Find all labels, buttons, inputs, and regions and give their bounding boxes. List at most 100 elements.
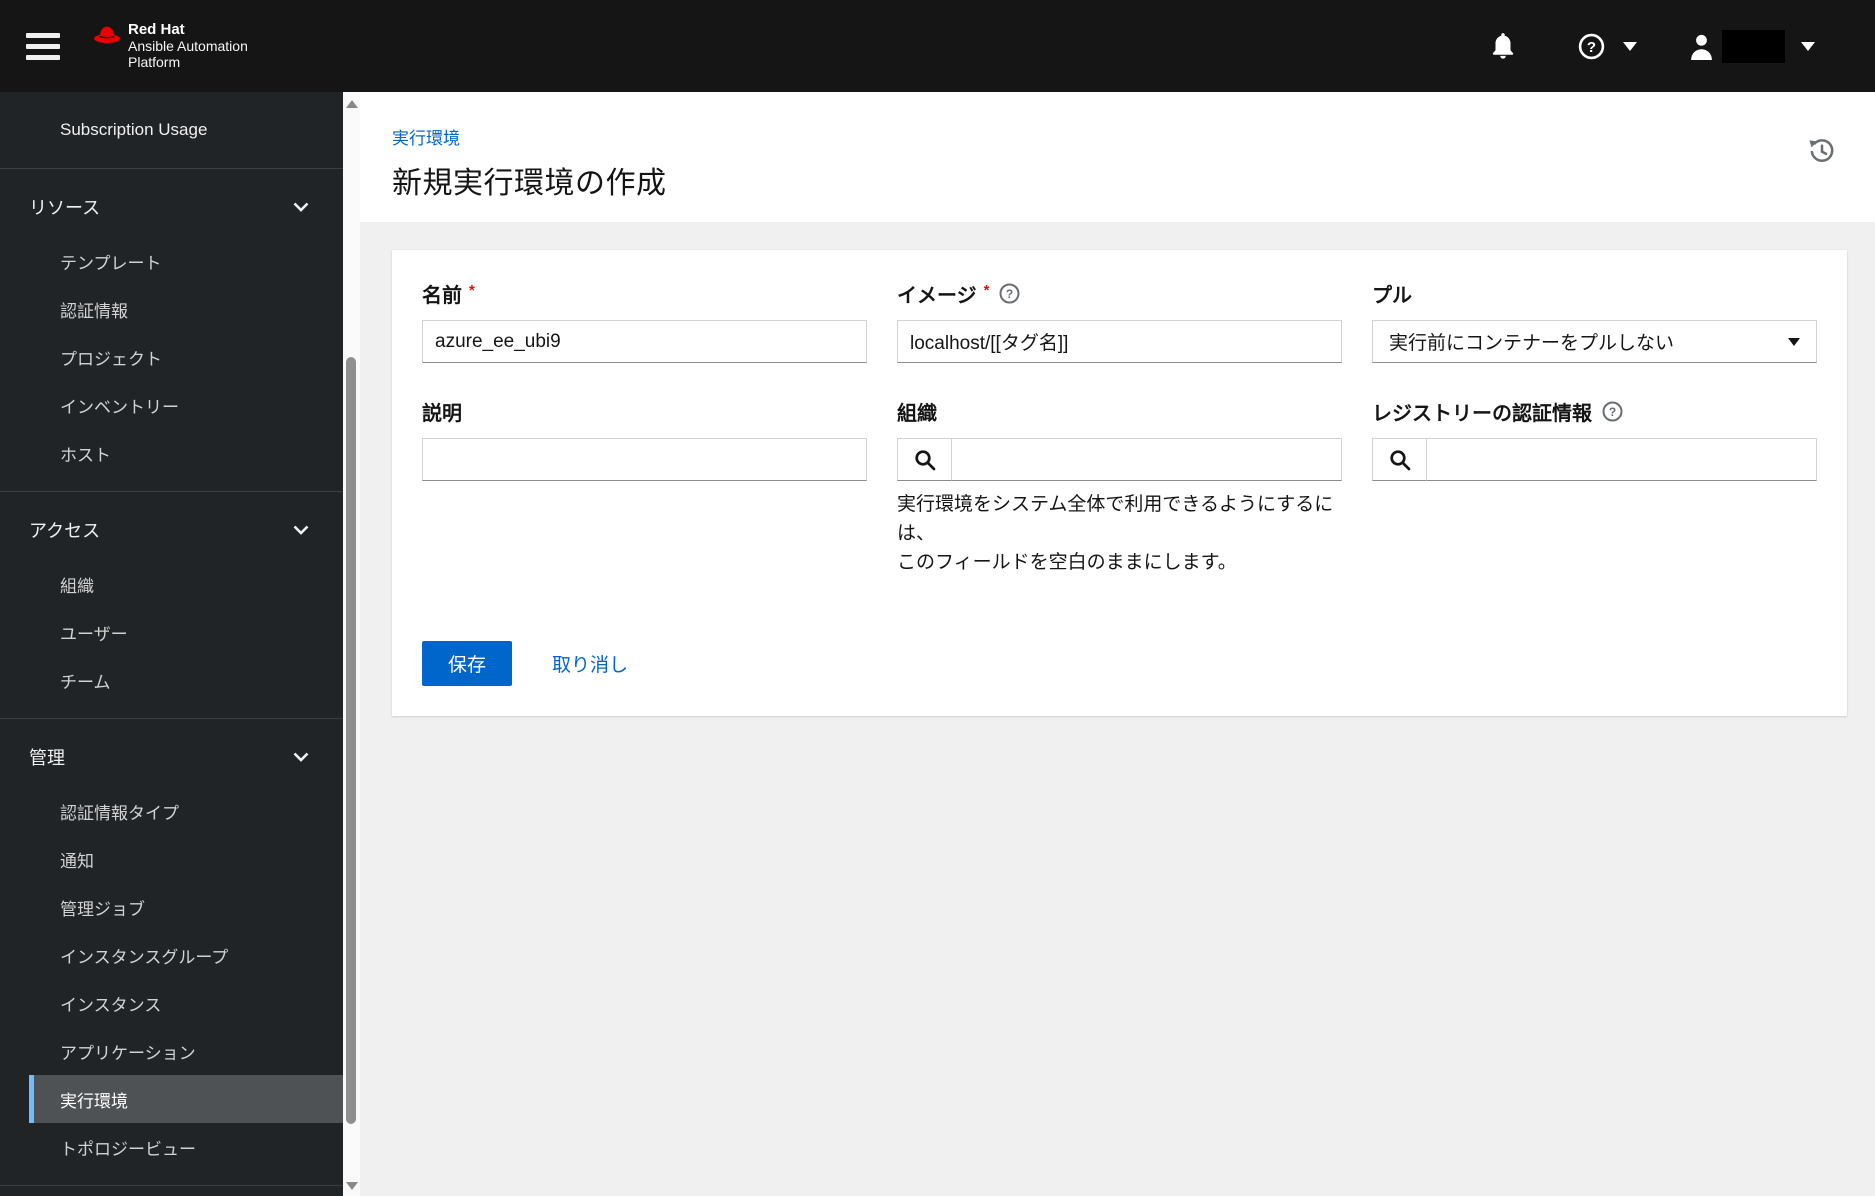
help-menu-caret[interactable] — [1623, 41, 1637, 51]
chevron-down-icon — [293, 202, 309, 212]
caret-down-icon — [1801, 41, 1815, 51]
sidebar-group-label: アクセス — [29, 521, 101, 541]
label-text: 説明 — [422, 402, 462, 425]
description-input[interactable] — [422, 438, 867, 481]
main-content: 実行環境 新規実行環境の作成 名前 * イメージ — [360, 92, 1875, 1196]
sidebar-item-instance-groups[interactable]: インスタンスグループ — [0, 931, 343, 979]
pull-selected-value: 実行前にコンテナーをプルしない — [1389, 333, 1675, 354]
redhat-fedora-icon — [94, 26, 120, 43]
required-asterisk: * — [983, 281, 990, 299]
sidebar-item-credentials[interactable]: 認証情報 — [0, 285, 343, 333]
question-circle-icon: ? — [999, 283, 1020, 303]
name-input[interactable] — [422, 320, 867, 363]
search-icon — [914, 449, 935, 470]
user-icon — [1691, 34, 1712, 60]
label-text: レジストリーの認証情報 — [1372, 402, 1592, 425]
hamburger-bar — [26, 32, 60, 38]
label-text: 組織 — [897, 402, 937, 425]
sidebar-item-execution-environments[interactable]: 実行環境 — [29, 1075, 343, 1123]
registry-credential-search-button[interactable] — [1372, 438, 1426, 481]
brand-product-line2: Platform — [128, 54, 181, 70]
helper-line: このフィールドを空白のままにします。 — [897, 552, 1237, 573]
sidebar-item-applications[interactable]: アプリケーション — [0, 1027, 343, 1075]
brand-logo[interactable]: Red Hat Ansible Automation Platform — [93, 22, 248, 70]
sidebar-group-access[interactable]: アクセス — [0, 500, 343, 560]
save-button[interactable]: 保存 — [422, 641, 513, 686]
sidebar-group-label: リソース — [29, 198, 101, 218]
page-header: 実行環境 新規実行環境の作成 — [360, 92, 1875, 222]
label-text: イメージ — [897, 284, 977, 307]
registry-credential-help-button[interactable]: ? — [1602, 401, 1623, 422]
sidebar-group-resources[interactable]: リソース — [0, 177, 343, 237]
description-label: 説明 — [422, 400, 867, 425]
user-menu-caret[interactable] — [1801, 41, 1815, 51]
breadcrumb-link-execution-environments[interactable]: 実行環境 — [392, 129, 460, 148]
image-label: イメージ * ? — [897, 281, 1342, 307]
name-label: 名前 * — [422, 282, 867, 307]
history-button[interactable] — [1807, 136, 1837, 169]
field-name: 名前 * — [422, 282, 867, 363]
caret-down-icon — [1788, 337, 1800, 346]
sidebar-item-credential-types[interactable]: 認証情報タイプ — [0, 787, 343, 835]
pull-select[interactable]: 実行前にコンテナーをプルしない — [1372, 320, 1817, 363]
field-image: イメージ * ? — [897, 282, 1342, 363]
image-help-button[interactable]: ? — [999, 283, 1020, 304]
breadcrumb: 実行環境 — [392, 124, 1875, 149]
organization-input[interactable] — [951, 438, 1342, 481]
sidebar-item-instances[interactable]: インスタンス — [0, 979, 343, 1027]
sidebar-item-subscription-usage[interactable]: Subscription Usage — [0, 106, 343, 154]
helper-line: 実行環境をシステム全体で利用できるようにするには、 — [897, 494, 1334, 544]
sidebar-item-topology-view[interactable]: トポロジービュー — [0, 1123, 343, 1171]
pull-label: プル — [1372, 282, 1817, 307]
sidebar-item-templates[interactable]: テンプレート — [0, 237, 343, 285]
field-organization: 組織 実行環境をシステム全体で利用できるようにするには、 このフィールドを空白の… — [897, 400, 1342, 577]
page-title: 新規実行環境の作成 — [392, 167, 667, 200]
brand-name: Red Hat — [128, 21, 185, 38]
field-pull: プル 実行前にコンテナーをプルしない — [1372, 282, 1817, 363]
execution-environment-form: 名前 * イメージ * ? — [422, 282, 1817, 577]
field-registry-credential: レジストリーの認証情報 ? — [1372, 400, 1817, 577]
sidebar-group-administration[interactable]: 管理 — [0, 727, 343, 787]
search-icon — [1389, 449, 1410, 470]
field-description: 説明 — [422, 400, 867, 577]
sidebar-nav: Subscription Usage リソース テンプレート 認証情報 プロジェ… — [0, 92, 343, 1196]
question-circle-icon: ? — [1602, 401, 1623, 421]
sidebar-item-inventories[interactable]: インベントリー — [0, 381, 343, 429]
question-circle-icon: ? — [1578, 33, 1605, 59]
chevron-down-icon — [293, 525, 309, 535]
brand-product-line1: Ansible Automation — [128, 38, 248, 54]
organization-search-button[interactable] — [897, 438, 951, 481]
image-input[interactable] — [897, 320, 1342, 363]
masthead-actions: ? — [1490, 0, 1815, 92]
sidebar-item-notifications[interactable]: 通知 — [0, 835, 343, 883]
sidebar-item-management-jobs[interactable]: 管理ジョブ — [0, 883, 343, 931]
label-text: プル — [1372, 284, 1412, 307]
help-menu-button[interactable]: ? — [1578, 33, 1605, 60]
masthead: Red Hat Ansible Automation Platform ? — [0, 0, 1875, 92]
sidebar-item-hosts[interactable]: ホスト — [0, 429, 343, 477]
sidebar-group-label: 管理 — [29, 748, 65, 768]
scroll-down-arrow-icon[interactable] — [346, 1182, 358, 1190]
registry-credential-input[interactable] — [1426, 438, 1817, 481]
form-card: 名前 * イメージ * ? — [392, 250, 1847, 716]
label-text: 名前 — [422, 284, 462, 307]
svg-text:?: ? — [1587, 38, 1596, 55]
sidebar-item-teams[interactable]: チーム — [0, 656, 343, 704]
nav-toggle-hamburger-icon[interactable] — [26, 32, 60, 60]
sidebar-item-users[interactable]: ユーザー — [0, 608, 343, 656]
sidebar-scrollbar[interactable] — [343, 92, 360, 1196]
sidebar-section-administration: 管理 認証情報タイプ 通知 管理ジョブ インスタンスグループ インスタンス アプ… — [0, 719, 343, 1186]
form-actions: 保存 取り消し — [422, 641, 1817, 686]
cancel-button[interactable]: 取り消し — [552, 650, 628, 677]
sidebar-item-organizations[interactable]: 組織 — [0, 560, 343, 608]
hamburger-bar — [26, 43, 60, 49]
bell-icon — [1492, 33, 1514, 59]
registry-credential-lookup — [1372, 438, 1817, 481]
notifications-button[interactable] — [1490, 31, 1516, 61]
sidebar-section-resources: リソース テンプレート 認証情報 プロジェクト インベントリー ホスト — [0, 169, 343, 492]
user-menu-button[interactable] — [1689, 29, 1785, 63]
sidebar-section-access: アクセス 組織 ユーザー チーム — [0, 492, 343, 719]
scrollbar-thumb[interactable] — [346, 357, 356, 1124]
sidebar-item-projects[interactable]: プロジェクト — [0, 333, 343, 381]
scroll-up-arrow-icon[interactable] — [346, 100, 358, 108]
